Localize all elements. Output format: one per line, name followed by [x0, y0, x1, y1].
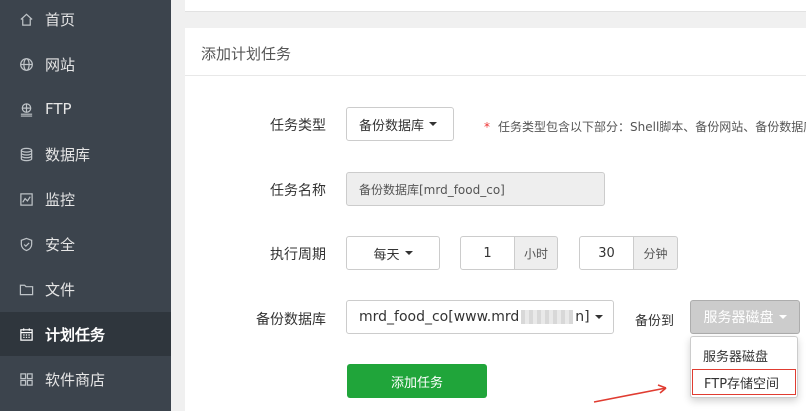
sidebar-item-label: 文件	[45, 280, 76, 299]
storage-dropdown-menu: 服务器磁盘 FTP存储空间	[690, 336, 798, 398]
period-label: 执行周期	[270, 247, 326, 263]
card-title: 添加计划任务	[201, 45, 292, 63]
minute-group: 30 分钟	[579, 236, 678, 270]
chevron-down-icon	[429, 122, 438, 126]
minute-input[interactable]: 30	[579, 236, 634, 270]
calendar-icon	[18, 326, 34, 342]
backup-db-value-prefix: mrd_food_co[www.mrd	[359, 309, 520, 325]
sidebar-item-ftp[interactable]: FTP	[0, 87, 171, 131]
top-card	[185, 0, 806, 12]
add-task-button[interactable]: 添加任务	[347, 364, 487, 398]
add-cron-card: 添加计划任务 任务类型 备份数据库 * 任务类型包含以下部分：Shell脚本、备份…	[185, 28, 806, 411]
globe-icon	[18, 56, 34, 72]
sidebar-item-label: 监控	[45, 190, 76, 209]
storage-option-disk[interactable]: 服务器磁盘	[691, 342, 797, 368]
sidebar-item-label: 软件商店	[45, 370, 106, 389]
sidebar-item-security[interactable]: 安全	[0, 222, 171, 266]
sidebar-item-label: 首页	[45, 10, 76, 29]
redacted-mask	[521, 310, 574, 324]
backup-db-value-suffix: n]	[575, 309, 590, 325]
ftp-icon	[18, 101, 34, 117]
backup-to-label: 备份到	[635, 314, 675, 329]
chevron-down-icon	[404, 251, 413, 255]
annotation-arrow-icon	[593, 384, 667, 403]
hour-input[interactable]: 1	[460, 236, 515, 270]
period-value: 每天	[373, 247, 400, 263]
storage-selected: 服务器磁盘	[703, 310, 774, 326]
sidebar-item-home[interactable]: 首页	[0, 0, 171, 41]
sidebar-item-database[interactable]: 数据库	[0, 132, 171, 176]
task-name-input[interactable]: 备份数据库[mrd_food_co]	[346, 172, 605, 206]
sidebar-item-website[interactable]: 网站	[0, 42, 171, 86]
task-type-hint-text: 任务类型包含以下部分：Shell脚本、备份网站、备份数据库	[498, 120, 806, 134]
folder-icon	[18, 281, 34, 297]
task-name-value: 备份数据库[mrd_food_co]	[359, 182, 505, 197]
sidebar-item-label: 网站	[45, 55, 76, 74]
minute-value: 30	[598, 245, 615, 261]
hour-value: 1	[483, 245, 492, 261]
task-type-label: 任务类型	[270, 118, 326, 134]
storage-select-button[interactable]: 服务器磁盘	[690, 300, 800, 334]
hour-group: 1 小时	[460, 236, 558, 270]
hour-unit: 小时	[515, 236, 558, 270]
task-type-select[interactable]: 备份数据库	[346, 107, 454, 141]
storage-option-ftp[interactable]: FTP存储空间	[692, 369, 796, 395]
chevron-down-icon	[778, 315, 787, 319]
chevron-down-icon	[594, 315, 603, 319]
monitor-icon	[18, 191, 34, 207]
database-icon	[18, 146, 34, 162]
sidebar-item-cron[interactable]: 计划任务	[0, 312, 171, 356]
backup-db-select[interactable]: mrd_food_co[www.mrd n]	[346, 300, 614, 334]
task-name-label: 任务名称	[270, 183, 326, 199]
period-select[interactable]: 每天	[346, 236, 440, 270]
minute-unit: 分钟	[634, 236, 678, 270]
grid-icon	[18, 371, 34, 387]
sidebar-item-files[interactable]: 文件	[0, 267, 171, 311]
sidebar-item-label: 数据库	[45, 145, 91, 164]
backup-db-label: 备份数据库	[256, 312, 326, 328]
required-star: *	[484, 120, 490, 134]
task-type-value: 备份数据库	[359, 118, 425, 134]
home-icon	[18, 11, 34, 27]
sidebar-item-label: 安全	[45, 235, 76, 254]
shield-icon	[18, 236, 34, 252]
sidebar-item-label: 计划任务	[45, 325, 106, 344]
card-header: 添加计划任务	[185, 28, 806, 76]
task-type-hint: * 任务类型包含以下部分：Shell脚本、备份网站、备份数据库	[484, 118, 806, 135]
sidebar-item-monitor[interactable]: 监控	[0, 177, 171, 221]
sidebar-item-label: FTP	[45, 100, 72, 118]
sidebar: 首页 网站 FTP 数据库 监控 安全 文件 计划任务 软件商店	[0, 0, 171, 411]
sidebar-item-store[interactable]: 软件商店	[0, 357, 171, 401]
